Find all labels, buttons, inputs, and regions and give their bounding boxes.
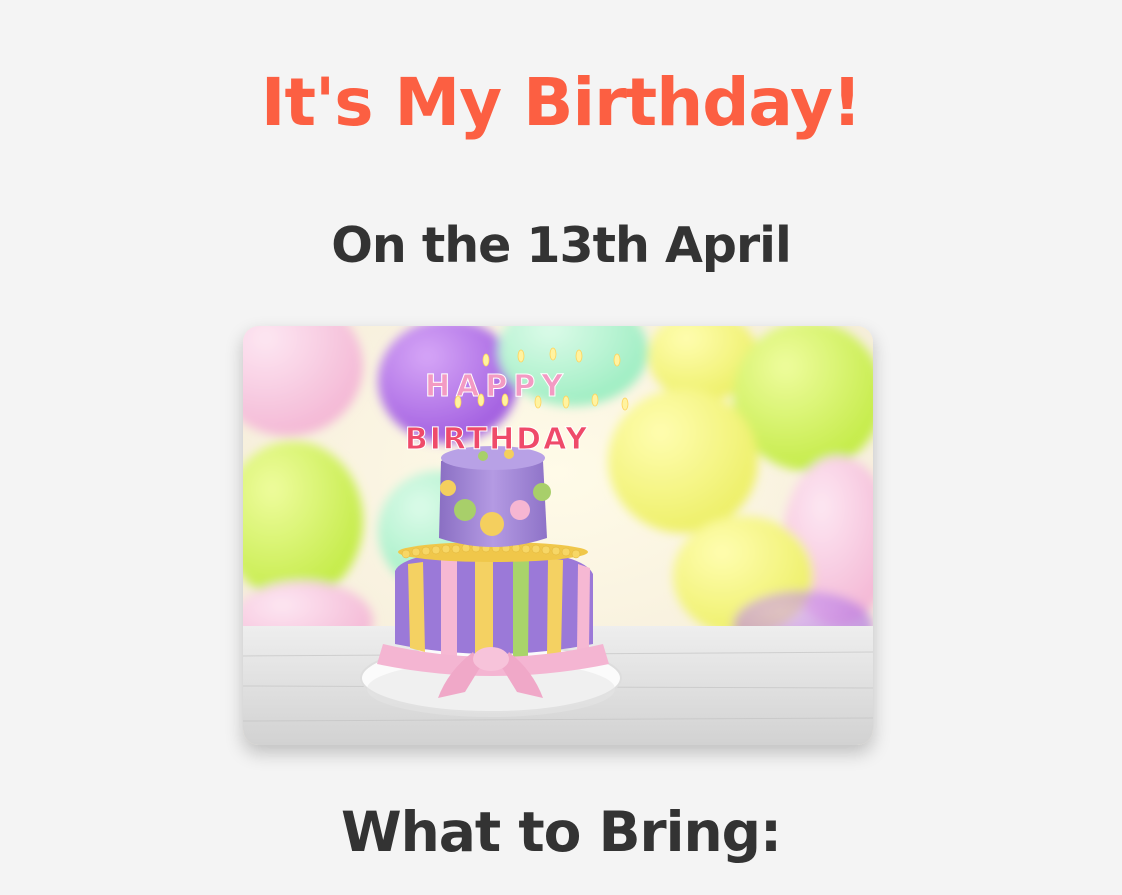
page-title: It's My Birthday! — [260, 64, 862, 141]
cake-lettering-birthday: BIRTHDAY — [405, 422, 589, 457]
birthday-cake-photo: . HAPPY BIRTHDAY — [243, 326, 873, 745]
invitation-page: It's My Birthday! On the 13th April HAPP… — [0, 0, 1122, 895]
cake-lettering-happy: HAPPY — [425, 369, 569, 404]
event-date-heading: On the 13th April — [331, 217, 792, 274]
what-to-bring-heading: What to Bring: — [340, 800, 782, 864]
svg-text:.: . — [243, 326, 246, 330]
